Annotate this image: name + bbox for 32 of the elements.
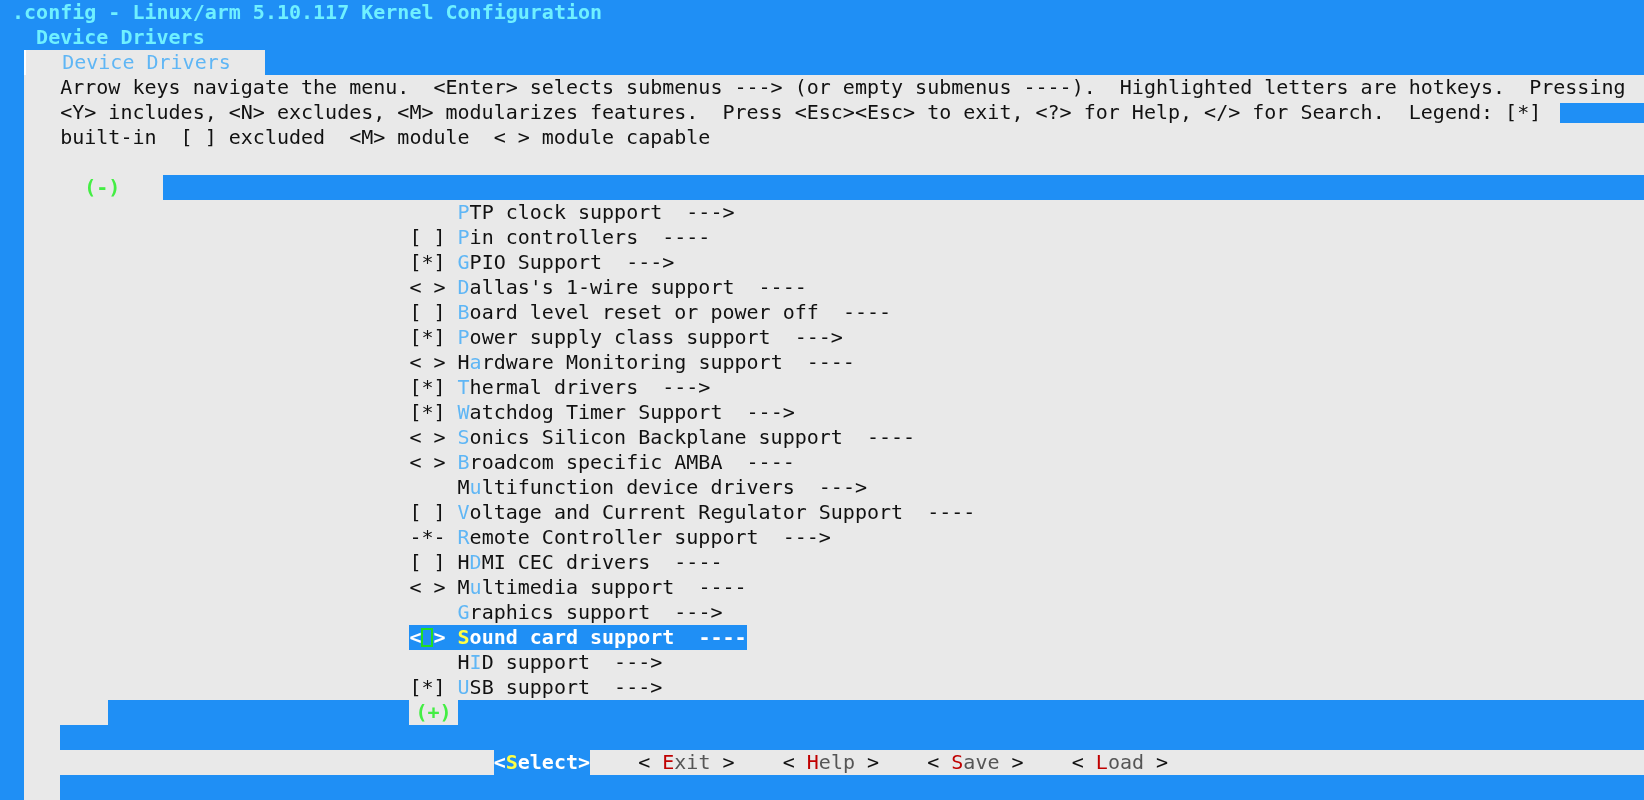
menu-item[interactable]: [*] USB support ---> bbox=[409, 675, 663, 700]
help-text: built-in [ ] excluded <M> module < > module capable bbox=[60, 125, 711, 150]
menu-item[interactable]: HID support ---> bbox=[409, 650, 663, 675]
dialog-button[interactable]: < Exit > bbox=[638, 750, 735, 775]
menu-item[interactable]: [*] Power supply class support ---> bbox=[409, 325, 843, 350]
scroll-down-indicator: (+) bbox=[415, 700, 452, 724]
menu-item[interactable]: [*] Thermal drivers ---> bbox=[409, 375, 711, 400]
menu-item[interactable]: Multifunction device drivers ---> bbox=[409, 475, 867, 500]
menu-item[interactable]: [ ] Board level reset or power off ---- bbox=[409, 300, 892, 325]
menu-item[interactable]: < > Ha rdware Monitoring support ---- bbox=[409, 350, 855, 375]
menu-item[interactable]: < > Sonics Silicon Backplane support ---- bbox=[409, 425, 916, 450]
dialog-button[interactable]: < Load > bbox=[1071, 750, 1169, 775]
dialog-title: Device Drivers bbox=[62, 50, 231, 74]
menu-item[interactable]: [ ] HDMI CEC drivers ---- bbox=[409, 550, 723, 575]
text-cursor bbox=[421, 628, 434, 647]
menu-item[interactable]: Graphics support ---> bbox=[409, 600, 723, 625]
menu-item[interactable]: < > Multimedia support ---- bbox=[409, 575, 747, 600]
menu-item[interactable]: [ ] Voltage and Current Regulator Support ---- bbox=[409, 500, 976, 525]
menu-item[interactable]: -*- Remote Controller support ---> bbox=[409, 525, 831, 550]
menu-item[interactable]: < > Broadcom specific AMBA ---- bbox=[409, 450, 795, 475]
window-title: .config - Linux/arm 5.10.117 Kernel Configuration bbox=[12, 0, 603, 25]
menu-item[interactable]: [ ] Pin controllers ---- bbox=[409, 225, 711, 250]
dialog-button[interactable]: < Save > bbox=[927, 750, 1024, 775]
dialog-button[interactable]: < Help > bbox=[782, 750, 880, 775]
menu-item[interactable]: < > Dallas's 1-wire support ---- bbox=[409, 275, 807, 300]
menu-item[interactable]: PTP clock support ---> bbox=[409, 200, 735, 225]
help-text: Arrow keys navigate the menu. <Enter> selects submenus ---> (or empty submenus ----). Highlighted letters are hotkeys. Pressing bbox=[60, 75, 1626, 100]
menu-item[interactable]: [*] GPIO Support ---> bbox=[409, 250, 675, 275]
breadcrumb: Device Drivers bbox=[36, 25, 205, 50]
help-text: <Y> includes, <N> excludes, <M> modularizes features. Press <Esc><Esc> to exit, <?> for Help, </> for Search. Legend: [*] bbox=[60, 100, 1542, 125]
scroll-up-indicator: (-) bbox=[84, 175, 121, 199]
menu-item[interactable]: [*] Watchdog Timer Support ---> bbox=[409, 400, 795, 425]
